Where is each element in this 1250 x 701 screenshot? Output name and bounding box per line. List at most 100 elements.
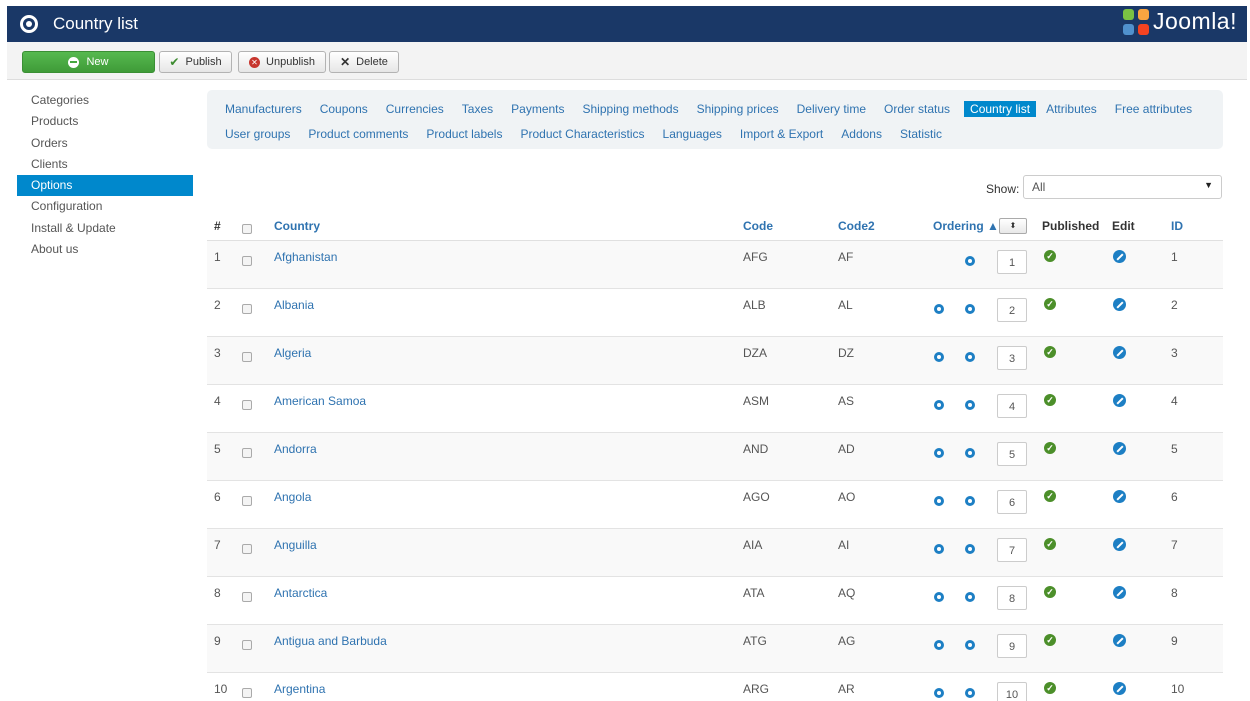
published-check-icon[interactable]: ✓ [1044, 586, 1056, 598]
submenu-link-coupons[interactable]: Coupons [320, 102, 368, 116]
ordering-input[interactable]: 8 [997, 586, 1027, 610]
published-check-icon[interactable]: ✓ [1044, 538, 1056, 550]
col-code[interactable]: Code [743, 219, 773, 233]
col-country[interactable]: Country [274, 219, 320, 233]
submenu-link-import-export[interactable]: Import & Export [740, 127, 823, 141]
row-checkbox[interactable] [242, 400, 252, 410]
submenu-link-country-list[interactable]: Country list [964, 100, 1037, 117]
country-name-link[interactable]: Angola [274, 490, 311, 504]
move-up-icon[interactable] [934, 496, 944, 506]
move-up-icon[interactable] [934, 544, 944, 554]
sidebar-item-about-us[interactable]: About us [17, 239, 193, 260]
row-checkbox[interactable] [242, 352, 252, 362]
country-name-link[interactable]: Albania [274, 298, 314, 312]
country-name-link[interactable]: Algeria [274, 346, 311, 360]
edit-pencil-icon[interactable] [1113, 442, 1126, 455]
unpublish-button[interactable]: ✕ Unpublish [238, 51, 326, 73]
country-name-link[interactable]: Andorra [274, 442, 317, 456]
published-check-icon[interactable]: ✓ [1044, 442, 1056, 454]
move-up-icon[interactable] [934, 592, 944, 602]
edit-pencil-icon[interactable] [1113, 586, 1126, 599]
row-checkbox[interactable] [242, 544, 252, 554]
ordering-input[interactable]: 6 [997, 490, 1027, 514]
submenu-link-product-comments[interactable]: Product comments [308, 127, 408, 141]
move-down-icon[interactable] [965, 592, 975, 602]
published-check-icon[interactable]: ✓ [1044, 682, 1056, 694]
submenu-link-shipping-prices[interactable]: Shipping prices [697, 102, 779, 116]
move-down-icon[interactable] [965, 448, 975, 458]
submenu-link-product-characteristics[interactable]: Product Characteristics [520, 127, 644, 141]
country-name-link[interactable]: American Samoa [274, 394, 366, 408]
submenu-link-free-attributes[interactable]: Free attributes [1115, 102, 1192, 116]
move-down-icon[interactable] [965, 304, 975, 314]
move-down-icon[interactable] [965, 640, 975, 650]
sidebar-item-configuration[interactable]: Configuration [17, 196, 193, 217]
move-up-icon[interactable] [934, 688, 944, 698]
sidebar-item-orders[interactable]: Orders [17, 133, 193, 154]
sidebar-item-options[interactable]: Options [17, 175, 193, 197]
edit-pencil-icon[interactable] [1113, 682, 1126, 695]
ordering-input[interactable]: 9 [997, 634, 1027, 658]
submenu-link-product-labels[interactable]: Product labels [426, 127, 502, 141]
move-down-icon[interactable] [965, 544, 975, 554]
edit-pencil-icon[interactable] [1113, 538, 1126, 551]
edit-pencil-icon[interactable] [1113, 490, 1126, 503]
sidebar-item-install-update[interactable]: Install & Update [17, 218, 193, 239]
edit-pencil-icon[interactable] [1113, 394, 1126, 407]
move-up-icon[interactable] [934, 352, 944, 362]
col-code2[interactable]: Code2 [838, 219, 875, 233]
sidebar-item-products[interactable]: Products [17, 111, 193, 132]
edit-pencil-icon[interactable] [1113, 346, 1126, 359]
new-button[interactable]: New [22, 51, 155, 73]
publish-button[interactable]: ✔ Publish [159, 51, 232, 73]
country-name-link[interactable]: Afghanistan [274, 250, 337, 264]
country-name-link[interactable]: Anguilla [274, 538, 317, 552]
sidebar-item-clients[interactable]: Clients [17, 154, 193, 175]
ordering-input[interactable]: 3 [997, 346, 1027, 370]
submenu-link-taxes[interactable]: Taxes [462, 102, 493, 116]
published-check-icon[interactable]: ✓ [1044, 298, 1056, 310]
edit-pencil-icon[interactable] [1113, 634, 1126, 647]
select-all-checkbox[interactable] [242, 224, 252, 234]
submenu-link-shipping-methods[interactable]: Shipping methods [583, 102, 679, 116]
submenu-link-statistic[interactable]: Statistic [900, 127, 942, 141]
row-checkbox[interactable] [242, 640, 252, 650]
published-check-icon[interactable]: ✓ [1044, 394, 1056, 406]
submenu-link-languages[interactable]: Languages [663, 127, 722, 141]
edit-pencil-icon[interactable] [1113, 250, 1126, 263]
sidebar-item-categories[interactable]: Categories [17, 90, 193, 111]
row-checkbox[interactable] [242, 448, 252, 458]
col-ordering[interactable]: Ordering ▲ [933, 219, 999, 233]
move-up-icon[interactable] [934, 304, 944, 314]
ordering-input[interactable]: 7 [997, 538, 1027, 562]
country-name-link[interactable]: Antigua and Barbuda [274, 634, 387, 648]
col-id[interactable]: ID [1171, 219, 1183, 233]
submenu-link-payments[interactable]: Payments [511, 102, 564, 116]
ordering-input[interactable]: 4 [997, 394, 1027, 418]
submenu-link-order-status[interactable]: Order status [884, 102, 950, 116]
move-down-icon[interactable] [965, 688, 975, 698]
move-down-icon[interactable] [965, 352, 975, 362]
published-check-icon[interactable]: ✓ [1044, 346, 1056, 358]
move-down-icon[interactable] [965, 496, 975, 506]
show-filter-select[interactable]: All ▼ [1023, 175, 1222, 199]
row-checkbox[interactable] [242, 592, 252, 602]
submenu-link-manufacturers[interactable]: Manufacturers [225, 102, 302, 116]
row-checkbox[interactable] [242, 496, 252, 506]
move-down-icon[interactable] [965, 256, 975, 266]
move-up-icon[interactable] [934, 448, 944, 458]
country-name-link[interactable]: Argentina [274, 682, 325, 696]
row-checkbox[interactable] [242, 688, 252, 698]
move-down-icon[interactable] [965, 400, 975, 410]
ordering-input[interactable]: 1 [997, 250, 1027, 274]
submenu-link-delivery-time[interactable]: Delivery time [797, 102, 866, 116]
published-check-icon[interactable]: ✓ [1044, 490, 1056, 502]
save-order-button[interactable]: ⬍ [999, 218, 1027, 234]
row-checkbox[interactable] [242, 304, 252, 314]
published-check-icon[interactable]: ✓ [1044, 250, 1056, 262]
submenu-link-addons[interactable]: Addons [841, 127, 882, 141]
ordering-input[interactable]: 5 [997, 442, 1027, 466]
edit-pencil-icon[interactable] [1113, 298, 1126, 311]
delete-button[interactable]: ✕ Delete [329, 51, 399, 73]
published-check-icon[interactable]: ✓ [1044, 634, 1056, 646]
